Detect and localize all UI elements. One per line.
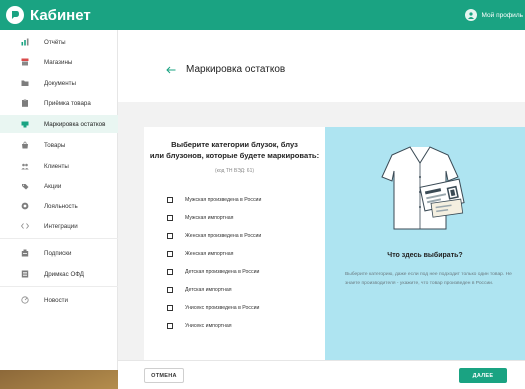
page-title: Маркировка остатков	[186, 64, 286, 75]
reports-icon	[21, 38, 29, 46]
category-panel: Выберите категории блузок, блуз или блуз…	[144, 127, 325, 370]
question-title: Выберите категории блузок, блуз или блуз…	[144, 139, 325, 161]
sidebar-item-news[interactable]: Новости	[0, 291, 118, 309]
promo-icon	[21, 182, 29, 190]
option-label: Унисекс импортная	[185, 323, 232, 329]
shirt-tag-illustration-icon	[381, 146, 465, 230]
option-male-russia[interactable]: Мужская произведена в России	[167, 195, 261, 205]
sidebar-item-label: Акции	[44, 182, 62, 190]
sidebar-item-promotions[interactable]: Акции	[0, 177, 118, 195]
checkbox[interactable]	[167, 197, 173, 203]
option-unisex-russia[interactable]: Унисекс произведена в России	[167, 303, 259, 313]
option-female-import[interactable]: Женская импортная	[167, 249, 233, 259]
sidebar-item-stores[interactable]: Магазины	[0, 53, 118, 71]
option-label: Унисекс произведена в России	[185, 305, 260, 311]
integrations-icon	[21, 222, 29, 230]
option-label: Женская импортная	[185, 251, 234, 257]
ofd-icon	[21, 270, 29, 278]
sidebar-item-subscriptions[interactable]: Подписки	[0, 244, 118, 262]
news-icon	[21, 296, 29, 304]
option-label: Мужская произведена в России	[185, 197, 262, 203]
checkbox[interactable]	[167, 305, 173, 311]
option-female-russia[interactable]: Женская произведена в России	[167, 231, 261, 241]
option-unisex-import[interactable]: Унисекс импортная	[167, 321, 232, 331]
sidebar-item-label: Дримкас ОФД	[44, 270, 84, 278]
sidebar-item-label: Документы	[44, 79, 76, 87]
content-card: Выберите категории блузок, блуз или блуз…	[144, 127, 525, 370]
sidebar-item-stock-marking[interactable]: Маркировка остатков	[0, 115, 118, 133]
sidebar-item-label: Магазины	[44, 58, 73, 66]
checkbox[interactable]	[167, 215, 173, 221]
next-button[interactable]: ДАЛЕЕ	[459, 368, 507, 383]
checkbox[interactable]	[167, 287, 173, 293]
store-icon	[21, 58, 29, 66]
main-area: Маркировка остатков Выберите категории б…	[118, 30, 525, 370]
footer-bar: ОТМЕНА ДАЛЕЕ	[118, 360, 525, 389]
sidebar-item-label: Отчёты	[44, 38, 66, 46]
sidebar-divider	[0, 286, 118, 287]
sidebar-item-label: Товары	[44, 141, 66, 149]
checkbox[interactable]	[167, 323, 173, 329]
sidebar: Отчёты Магазины Документы Приёмка товара…	[0, 30, 118, 370]
clipboard-icon	[21, 99, 29, 107]
back-arrow-icon[interactable]	[166, 66, 176, 74]
profile-menu[interactable]: Мой профиль	[464, 0, 525, 30]
sidebar-item-ofd[interactable]: Дримкас ОФД	[0, 265, 118, 283]
option-label: Детская произведена в России	[185, 269, 260, 275]
sidebar-item-products[interactable]: Товары	[0, 136, 118, 154]
info-title: Что здесь выбирать?	[387, 252, 463, 259]
sidebar-item-receiving[interactable]: Приёмка товара	[0, 94, 118, 112]
sidebar-item-documents[interactable]: Документы	[0, 74, 118, 92]
option-label: Детская импортная	[185, 287, 232, 293]
profile-label: Мой профиль	[481, 11, 523, 19]
info-text: Выберите категорию, даже если под нее по…	[345, 272, 512, 286]
page-header: Маркировка остатков	[118, 30, 525, 102]
question-title-line1: Выберите категории блузок, блуз	[171, 140, 298, 149]
sidebar-item-label: Подписки	[44, 249, 72, 257]
sidebar-item-loyalty[interactable]: Лояльность	[0, 197, 118, 215]
question-title-line2: или блузонов, которые будете маркировать…	[149, 151, 320, 160]
question-subtitle: (код ТН ВЭД: 61)	[214, 168, 255, 174]
option-label: Женская произведена в России	[185, 233, 262, 239]
bag-icon	[21, 141, 29, 149]
sidebar-item-label: Интеграции	[44, 222, 78, 230]
option-male-import[interactable]: Мужская импортная	[167, 213, 233, 223]
sidebar-item-label: Лояльность	[44, 202, 78, 210]
sidebar-item-integrations[interactable]: Интеграции	[0, 217, 118, 235]
loyalty-icon	[21, 202, 29, 210]
sidebar-item-reports[interactable]: Отчёты	[0, 33, 118, 51]
checkbox[interactable]	[167, 251, 173, 257]
sidebar-item-label: Приёмка товара	[44, 99, 91, 107]
option-label: Мужская импортная	[185, 215, 234, 221]
clients-icon	[21, 162, 29, 170]
option-kids-import[interactable]: Детская импортная	[167, 285, 232, 295]
sidebar-divider	[0, 238, 118, 239]
sidebar-item-clients[interactable]: Клиенты	[0, 157, 118, 175]
sidebar-item-label: Маркировка остатков	[44, 120, 106, 128]
scanner-icon	[21, 120, 29, 128]
checkbox[interactable]	[167, 233, 173, 239]
folder-icon	[21, 79, 29, 87]
info-panel: Что здесь выбирать? Выберите категорию, …	[325, 127, 525, 370]
subscriptions-icon	[21, 249, 29, 257]
brand-title: Кабинет	[30, 6, 91, 24]
sidebar-item-label: Клиенты	[44, 162, 69, 170]
avatar-icon	[464, 9, 477, 21]
app-window: Кабинет Мой профиль Отчёты Магазины Доку…	[0, 0, 525, 389]
logo-icon[interactable]	[6, 6, 24, 24]
sidebar-item-label: Новости	[44, 296, 68, 304]
checkbox[interactable]	[167, 269, 173, 275]
cancel-button[interactable]: ОТМЕНА	[144, 368, 184, 383]
top-bar: Кабинет Мой профиль	[0, 0, 525, 30]
option-kids-russia[interactable]: Детская произведена в России	[167, 267, 259, 277]
